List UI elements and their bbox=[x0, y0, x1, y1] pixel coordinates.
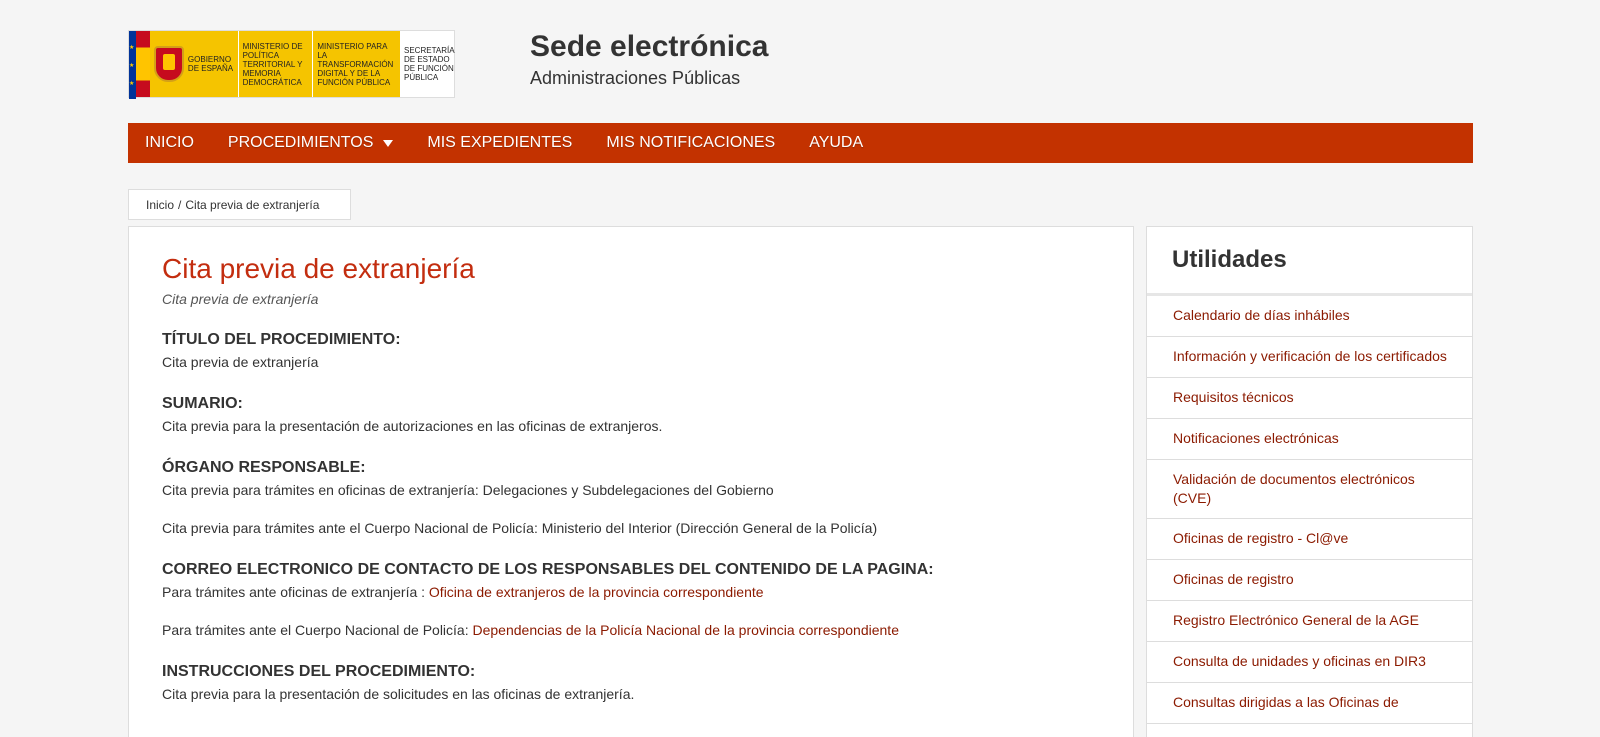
contact-prefix: Para trámites ante oficinas de extranjer… bbox=[162, 584, 429, 600]
coat-of-arms-icon bbox=[153, 46, 184, 82]
section-text: Cita previa para la presentación de soli… bbox=[162, 686, 635, 702]
logo-text-ministerio-2: MINISTERIO PARA LA TRANSFORMACIÓN DIGITA… bbox=[312, 31, 400, 97]
contact-line-extranjeria: Para trámites ante oficinas de extranjer… bbox=[162, 584, 1100, 601]
page-subtitle: Cita previa de extranjería bbox=[162, 291, 319, 307]
nav-procedimientos[interactable]: PROCEDIMIENTOS bbox=[228, 134, 394, 152]
util-oficinas-registro[interactable]: Oficinas de registro bbox=[1147, 560, 1472, 601]
contact-line-policia: Para trámites ante el Cuerpo Nacional de… bbox=[162, 622, 1100, 639]
section-text: Cita previa para trámites ante el Cuerpo… bbox=[162, 520, 878, 536]
nav-ayuda[interactable]: AYUDA bbox=[809, 134, 863, 152]
flag-icon bbox=[129, 31, 150, 99]
section-organo: ÓRGANO RESPONSABLE: Cita previa para trá… bbox=[162, 459, 1100, 537]
util-requisitos[interactable]: Requisitos técnicos bbox=[1147, 378, 1472, 419]
section-instrucciones: INSTRUCCIONES DEL PROCEDIMIENTO: Cita pr… bbox=[162, 663, 1100, 703]
site-title[interactable]: Sede electrónica bbox=[530, 30, 768, 64]
util-validacion-cve[interactable]: Validación de documentos electrónicos (C… bbox=[1147, 460, 1472, 519]
util-oficinas-clave[interactable]: Oficinas de registro - Cl@ve bbox=[1147, 519, 1472, 560]
breadcrumb: Inicio / Cita previa de extranjería bbox=[128, 189, 351, 220]
section-sumario: SUMARIO: Cita previa para la presentació… bbox=[162, 395, 1100, 435]
page-title: Cita previa de extranjería bbox=[162, 253, 475, 284]
util-registro-electronico[interactable]: Registro Electrónico General de la AGE bbox=[1147, 601, 1472, 642]
nav-mis-notificaciones[interactable]: MIS NOTIFICACIONES bbox=[606, 134, 775, 152]
header: GOBIERNO DE ESPAÑA MINISTERIO DE POLÍTIC… bbox=[128, 30, 1473, 99]
nav-inicio[interactable]: INICIO bbox=[145, 134, 194, 152]
util-dir3[interactable]: Consulta de unidades y oficinas en DIR3 bbox=[1147, 642, 1472, 683]
breadcrumb-current: Cita previa de extranjería bbox=[185, 197, 320, 212]
breadcrumb-separator: / bbox=[178, 197, 182, 212]
section-heading: INSTRUCCIONES DEL PROCEDIMIENTO: bbox=[162, 663, 476, 680]
logo-text-gobierno: GOBIERNO DE ESPAÑA bbox=[187, 55, 234, 73]
util-calendario[interactable]: Calendario de días inhábiles bbox=[1147, 296, 1472, 337]
contact-prefix: Para trámites ante el Cuerpo Nacional de… bbox=[162, 622, 473, 638]
government-logo[interactable]: GOBIERNO DE ESPAÑA MINISTERIO DE POLÍTIC… bbox=[128, 30, 455, 99]
section-heading: ÓRGANO RESPONSABLE: bbox=[162, 459, 366, 476]
logo-text-ministerio-1: MINISTERIO DE POLÍTICA TERRITORIAL Y MEM… bbox=[237, 31, 313, 97]
section-titulo: TÍTULO DEL PROCEDIMIENTO: Cita previa de… bbox=[162, 331, 1100, 371]
link-dependencias-policia[interactable]: Dependencias de la Policía Nacional de l… bbox=[473, 622, 900, 638]
utilities-sidebar: Utilidades Calendario de días inhábiles … bbox=[1146, 226, 1473, 737]
breadcrumb-home[interactable]: Inicio bbox=[146, 198, 174, 212]
section-heading: TÍTULO DEL PROCEDIMIENTO: bbox=[162, 331, 401, 348]
main-navigation: INICIO PROCEDIMIENTOS MIS EXPEDIENTES MI… bbox=[128, 123, 1473, 163]
nav-procedimientos-label: PROCEDIMIENTOS bbox=[227, 134, 374, 151]
section-heading: SUMARIO: bbox=[162, 395, 243, 412]
section-text: Cita previa para trámites en oficinas de… bbox=[162, 482, 774, 498]
util-consultas[interactable]: Consultas dirigidas a las Oficinas de bbox=[1147, 683, 1472, 724]
sidebar-title: Utilidades bbox=[1147, 227, 1472, 296]
section-correo: CORREO ELECTRONICO DE CONTACTO DE LOS RE… bbox=[162, 561, 1100, 639]
link-oficina-extranjeros[interactable]: Oficina de extranjeros de la provincia c… bbox=[429, 584, 764, 600]
section-text: Cita previa para la presentación de auto… bbox=[162, 418, 663, 434]
site-subtitle: Administraciones Públicas bbox=[530, 68, 741, 88]
logo-text-secretaria: SECRETARÍA DE ESTADO DE FUNCIÓN PÚBLICA bbox=[400, 31, 455, 97]
util-certificados[interactable]: Información y verificación de los certif… bbox=[1147, 337, 1472, 378]
section-heading: CORREO ELECTRONICO DE CONTACTO DE LOS RE… bbox=[162, 561, 934, 578]
section-text: Cita previa de extranjería bbox=[162, 354, 319, 370]
util-notificaciones[interactable]: Notificaciones electrónicas bbox=[1147, 419, 1472, 460]
nav-mis-expedientes[interactable]: MIS EXPEDIENTES bbox=[427, 134, 572, 152]
caret-down-icon bbox=[383, 139, 394, 147]
main-content: Cita previa de extranjería Cita previa d… bbox=[128, 226, 1134, 737]
